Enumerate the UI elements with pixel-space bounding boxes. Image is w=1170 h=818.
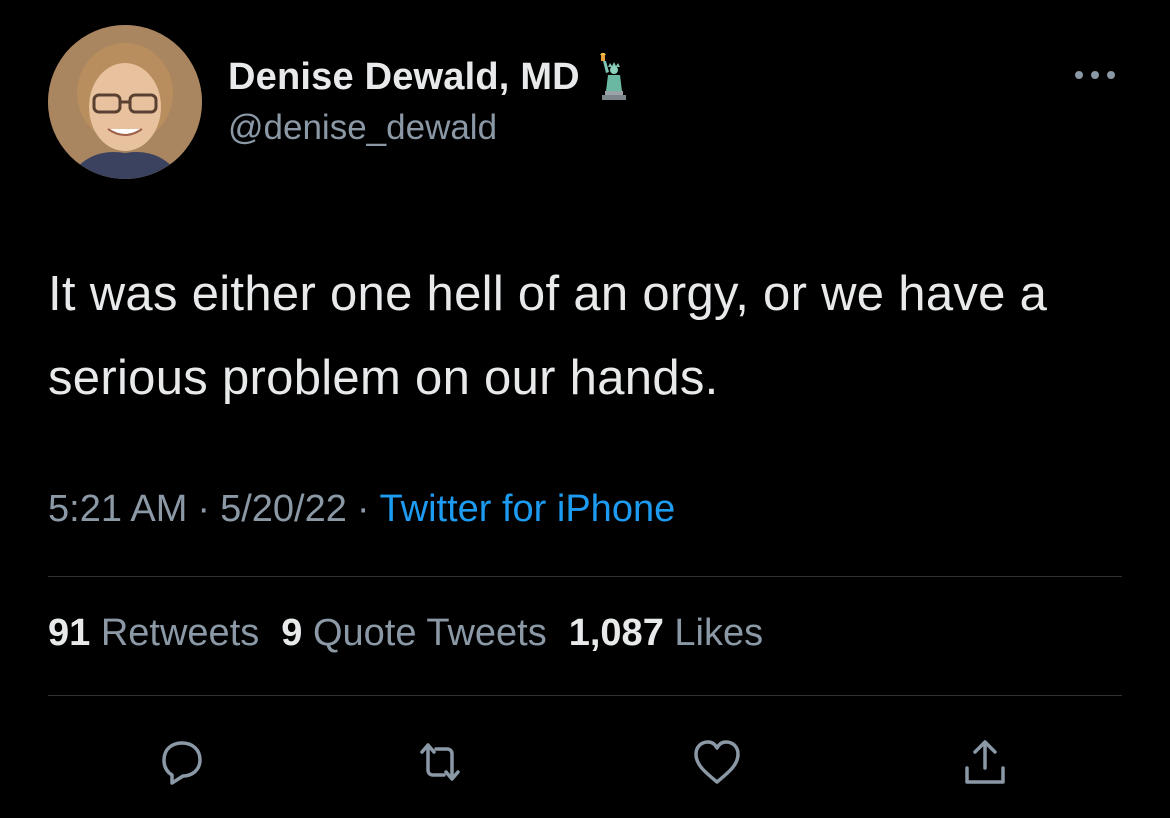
- likes-count: 1,087: [568, 612, 664, 654]
- action-bar: [0, 730, 1170, 794]
- statue-of-liberty-icon: [594, 51, 634, 101]
- retweets-label: Retweets: [100, 612, 260, 654]
- retweet-icon: [420, 743, 460, 781]
- share-icon: [965, 740, 1005, 784]
- quote-tweets-stat[interactable]: 9 Quote Tweets: [281, 612, 546, 654]
- tweet-text: It was either one hell of an orgy, or we…: [48, 267, 1048, 405]
- retweet-button[interactable]: [408, 730, 472, 794]
- tweet-meta: 5:21 AM · 5/20/22 · Twitter for iPhone: [48, 488, 675, 531]
- tweet-source-link[interactable]: Twitter for iPhone: [380, 488, 676, 530]
- user-handle[interactable]: @denise_dewald: [228, 108, 497, 148]
- meta-separator: ·: [356, 488, 370, 530]
- tweet-date[interactable]: 5/20/22: [220, 488, 347, 530]
- tweet-time[interactable]: 5:21 AM: [48, 488, 187, 530]
- reply-icon: [162, 741, 202, 785]
- retweets-count: 91: [48, 612, 91, 654]
- reply-button[interactable]: [150, 730, 214, 794]
- retweets-stat[interactable]: 91 Retweets: [48, 612, 259, 654]
- more-options-button[interactable]: [1070, 60, 1120, 90]
- quote-tweets-label: Quote Tweets: [312, 612, 547, 654]
- tweet-detail: Denise Dewald, MD @denise_dewald It was …: [0, 0, 1170, 818]
- divider: [48, 695, 1122, 696]
- divider: [48, 576, 1122, 577]
- avatar-photo: [48, 25, 202, 179]
- name-row: Denise Dewald, MD: [228, 51, 634, 102]
- likes-label: Likes: [674, 612, 764, 654]
- share-button[interactable]: [953, 730, 1017, 794]
- quote-tweets-count: 9: [281, 612, 303, 654]
- heart-icon: [694, 740, 740, 784]
- display-name[interactable]: Denise Dewald, MD: [228, 56, 580, 99]
- like-button[interactable]: [685, 730, 749, 794]
- likes-stat[interactable]: 1,087 Likes: [569, 612, 763, 654]
- avatar[interactable]: [48, 25, 202, 179]
- meta-separator: ·: [197, 488, 211, 530]
- engagement-stats: 91 Retweets 9 Quote Tweets 1,087 Likes: [48, 612, 785, 655]
- more-dots-icon: [1075, 71, 1115, 79]
